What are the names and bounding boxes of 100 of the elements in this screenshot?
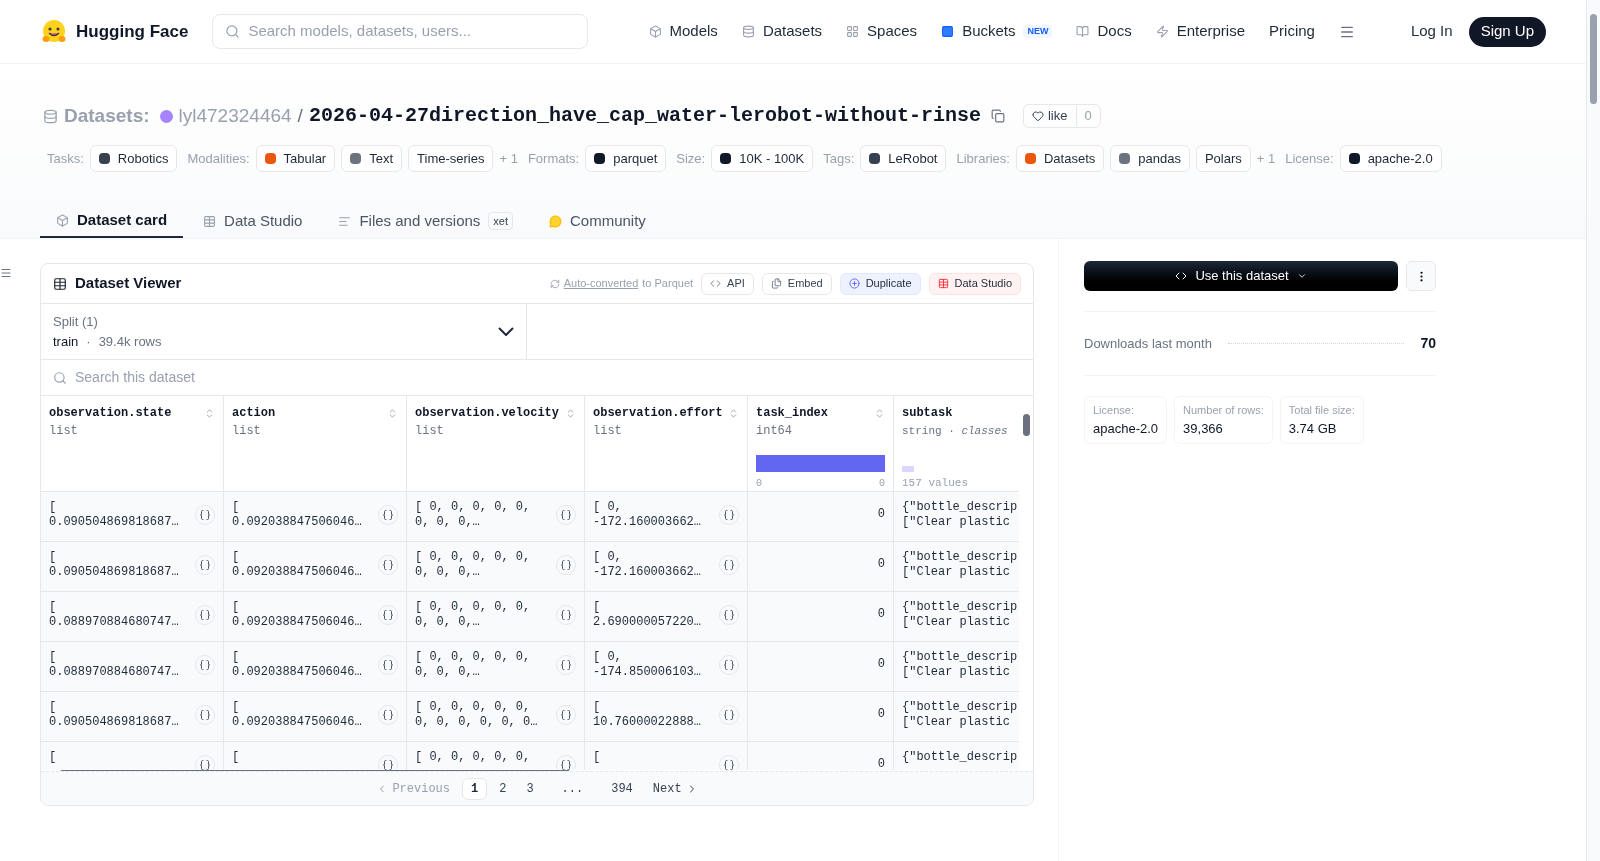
sidebar-toggle-icon[interactable]	[0, 267, 12, 279]
nav-link[interactable]: Spaces	[846, 20, 918, 43]
column-type: list	[232, 423, 262, 440]
histogram-max: 0	[879, 477, 885, 491]
new-badge: NEW	[1023, 24, 1053, 39]
login-link[interactable]: Log In	[1410, 20, 1453, 43]
tab[interactable]: Data Studio	[187, 204, 319, 238]
tag-chip[interactable]: Polars	[1195, 145, 1251, 172]
column-name: observation.effort	[593, 405, 724, 422]
page-button[interactable]: 1	[462, 777, 488, 800]
column-header[interactable]: action list	[224, 396, 407, 491]
tag-icon	[350, 153, 362, 164]
nav-link[interactable]: Datasets	[741, 20, 823, 43]
chat-icon	[549, 214, 562, 228]
nav-link[interactable]: Models	[648, 20, 718, 43]
stat-label: Number of rows:	[1183, 403, 1264, 418]
search-input[interactable]: Search models, datasets, users...	[248, 20, 576, 43]
plus-icon	[848, 278, 860, 289]
copy-icon[interactable]	[991, 109, 1005, 123]
tag-chip[interactable]: Datasets	[1015, 145, 1105, 172]
column-header[interactable]: observation.state list	[41, 396, 224, 491]
tag-chip[interactable]: LeRobot	[860, 145, 947, 172]
tag-icon	[594, 153, 606, 164]
tab[interactable]: Files and versions xet	[322, 204, 529, 238]
table-cell: [ 10.76000022888…	[585, 692, 748, 741]
table-cell: [ 0.092038847506046…	[224, 592, 407, 641]
repo-name[interactable]: 2026-04-27direction_have_cap_water-lerobot-without-rinse	[308, 101, 981, 131]
cube-icon	[648, 25, 662, 38]
page-button[interactable]: Next	[644, 777, 706, 800]
table-cell: 0	[748, 592, 894, 641]
like-button[interactable]: like	[1024, 106, 1076, 126]
search-icon	[225, 24, 241, 39]
viewer-button[interactable]: Duplicate	[839, 272, 921, 295]
split-select[interactable]: Split (1) train · 39.4k rows	[41, 304, 527, 359]
tag-icon	[1348, 153, 1360, 164]
tag-label: Formats:	[527, 149, 580, 168]
downloads-count: 70	[1420, 334, 1436, 353]
converted-note: to Parquet	[642, 276, 694, 292]
page-button[interactable]: 394	[603, 777, 641, 800]
column-header[interactable]: observation.effort list	[585, 396, 748, 491]
table-cell: 0	[748, 542, 894, 591]
dataset-icon	[43, 108, 58, 124]
tag-chip[interactable]: Robotics	[89, 145, 178, 172]
column-name: observation.state	[49, 405, 173, 422]
tag-chip[interactable]: 10K - 100K	[711, 145, 814, 172]
table-cell: [ 2.690000057220…	[585, 592, 748, 641]
tag-chip[interactable]: Time-series	[408, 145, 494, 172]
table-icon	[203, 214, 217, 228]
page-scrollbar[interactable]	[1586, 0, 1600, 861]
owner-avatar	[159, 109, 173, 123]
table-icon	[53, 276, 67, 291]
tag-icon	[1024, 153, 1036, 164]
split-name: train	[53, 332, 79, 351]
chevron-icon	[498, 327, 514, 336]
column-name: action	[232, 405, 277, 422]
nav-link[interactable]: Enterprise	[1155, 20, 1246, 43]
table-cell: [ 0.090504869818687…	[41, 542, 224, 591]
code-icon	[710, 278, 722, 289]
stat-value: 3.74 GB	[1288, 419, 1338, 438]
tag-chip[interactable]: parquet	[585, 145, 667, 172]
signup-button[interactable]: Sign Up	[1468, 16, 1546, 47]
viewer-button[interactable]: API	[701, 272, 754, 295]
tag-chip[interactable]: Text	[341, 145, 403, 172]
dataset-search-field[interactable]: Search this dataset	[41, 360, 1033, 396]
tag-chip[interactable]: Tabular	[255, 145, 336, 172]
table-cell: [ 0, 0, 0, 0, 0, 0, 0, 0,…	[407, 492, 585, 541]
tab[interactable]: Community	[533, 204, 662, 238]
column-header[interactable]: observation.velocity list	[407, 396, 585, 491]
tag-chip[interactable]: apache-2.0	[1339, 145, 1442, 172]
tab[interactable]: Dataset card	[40, 204, 184, 238]
split-rows: 39.4k rows	[98, 331, 162, 351]
tag-icon	[869, 153, 881, 164]
nav-link[interactable]: Buckets NEW	[941, 20, 1053, 43]
nav-link[interactable]: Pricing	[1269, 20, 1315, 43]
table-cell: 0	[748, 692, 894, 741]
database-icon	[741, 25, 755, 38]
table-cell: [ 0, -172.160003662…	[585, 492, 748, 541]
tag-icon	[98, 153, 110, 164]
tag-label: Libraries:	[956, 149, 1010, 168]
search-input[interactable]: Search this dataset	[75, 367, 1021, 388]
page-button[interactable]: 3	[518, 777, 542, 800]
page-button[interactable]: ...	[553, 777, 592, 800]
repo-type: Datasets:	[64, 103, 150, 128]
use-dataset-button[interactable]: Use this dataset	[1084, 261, 1398, 291]
brand-name[interactable]: Hugging Face	[76, 18, 189, 45]
viewer-button[interactable]: Embed	[761, 272, 832, 295]
viewer-button[interactable]: Data Studio	[928, 272, 1021, 295]
page-button[interactable]: 2	[491, 777, 515, 800]
column-type: list	[49, 423, 79, 440]
stat-label: License:	[1093, 403, 1135, 418]
viewer-title: Dataset Viewer	[75, 273, 182, 294]
table-cell: [ 0, 0, 0, 0, 0, 0, 0, 0,…	[407, 542, 585, 591]
tag-label: Tasks:	[47, 149, 84, 168]
histogram-min: 0	[756, 477, 762, 491]
column-name: subtask	[902, 405, 954, 422]
table-cell: [ 0.092038847506046…	[224, 692, 407, 741]
tag-chip[interactable]: pandas	[1110, 145, 1190, 172]
column-type: list	[593, 423, 623, 440]
search-field[interactable]: Search models, datasets, users...	[212, 14, 589, 49]
nav-link[interactable]: Docs	[1076, 20, 1132, 43]
